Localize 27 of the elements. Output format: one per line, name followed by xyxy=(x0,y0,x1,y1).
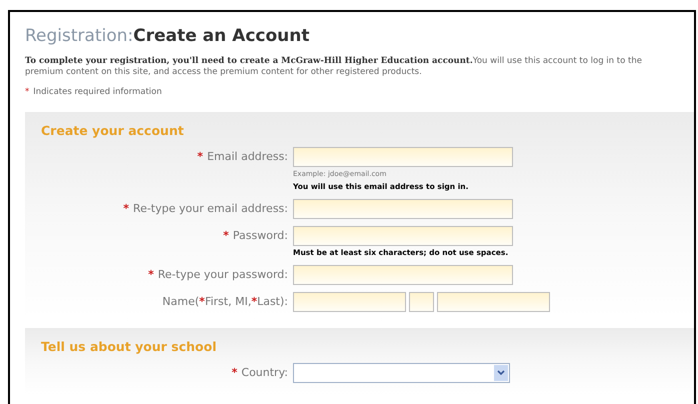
text-field[interactable] xyxy=(293,226,513,246)
country-select[interactable] xyxy=(293,362,510,383)
required-mark: * xyxy=(148,266,154,283)
text-field[interactable] xyxy=(293,198,513,219)
section-title: Create your account xyxy=(41,122,185,140)
field-label: Re-type your password: xyxy=(158,266,288,283)
field-label: Country: xyxy=(241,364,288,380)
required-mark: * xyxy=(197,148,204,165)
middle-initial-field[interactable] xyxy=(409,292,434,312)
heading-prefix: Registration: xyxy=(25,25,134,48)
chevron-down-icon xyxy=(494,364,508,381)
text-field[interactable] xyxy=(293,147,513,167)
field-label: Email address: xyxy=(207,148,288,165)
required-mark: * xyxy=(123,200,130,216)
field-label: Password: xyxy=(232,228,288,244)
required-mark: * xyxy=(223,228,229,244)
field-label: Re-type your email address: xyxy=(133,200,288,216)
page-title: Create an Account xyxy=(133,25,310,48)
required-mark: * xyxy=(232,364,238,380)
last-name-field[interactable] xyxy=(437,292,550,312)
required-note: Indicates required information xyxy=(33,86,162,98)
first-name-field[interactable] xyxy=(293,292,406,312)
intro-text: To complete your registration, you'll need to create a McGraw-Hill Higher Education account.You will use this account to log in to the premium content on this site, and access the premium content for other registered products. xyxy=(25,56,643,78)
text-field[interactable] xyxy=(293,265,513,285)
section-title: Tell us about your school xyxy=(41,338,218,356)
field-label: Name(*First, MI,*Last): xyxy=(162,294,288,310)
required-mark: * xyxy=(25,86,30,98)
